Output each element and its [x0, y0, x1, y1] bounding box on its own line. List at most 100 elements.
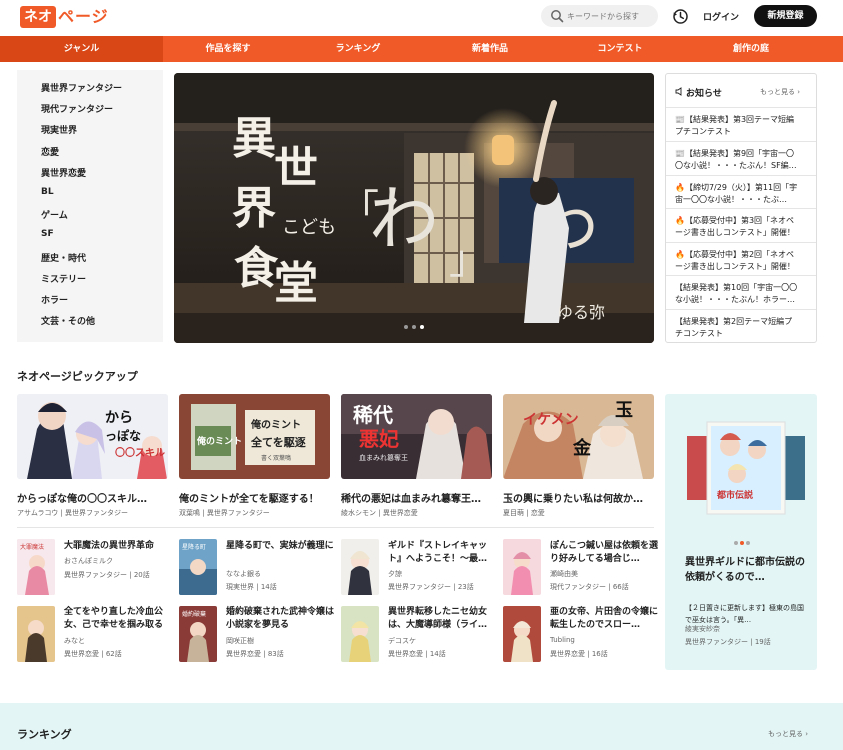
carousel-dot[interactable] [404, 325, 408, 329]
genre-item[interactable]: SF [41, 229, 54, 239]
svg-text:婚約破棄: 婚約破棄 [182, 610, 206, 618]
feature-dot[interactable] [734, 541, 738, 545]
speaker-icon [675, 87, 682, 96]
hero-banner[interactable]: わ 異 世 界 こども 食 堂 「 わ 」 ゆる弥 [174, 73, 654, 343]
feature-meta: 異世界ファンタジー | 19話 [685, 638, 771, 646]
news-item[interactable]: 🔥【締切7/29（火）】第11回「宇 宙一〇〇な小説！・・・たぶ… [675, 182, 811, 206]
ranking-section [0, 703, 843, 750]
svg-text:都市伝説: 都市伝説 [716, 489, 753, 501]
login-link[interactable]: ログイン [703, 10, 739, 23]
small-title[interactable]: ギルド『ストレイキャット』へようこそ！〜最… [388, 540, 497, 566]
genre-item[interactable]: 異世界ファンタジー [41, 81, 122, 94]
hero-author: ゆる弥 [557, 303, 605, 322]
small-author: 夕諒 [388, 570, 402, 578]
small-title[interactable]: 全てをやり直した冷血公女、己で幸せを掴み取る [64, 606, 173, 632]
pickup-cover[interactable]: 玉 イケメン 金 [503, 394, 654, 479]
svg-text:稀代: 稀代 [353, 403, 393, 427]
svg-text:星降る町: 星降る町 [182, 543, 206, 551]
pickup-title-1[interactable]: からっぽな俺の〇〇スキル… [17, 490, 169, 505]
svg-text:玉: 玉 [615, 400, 633, 421]
carousel-dot[interactable] [412, 325, 416, 329]
nav-ranking[interactable]: ランキング [310, 36, 406, 62]
pickup-meta: アサムラコウ | 異世界ファンタジー [17, 509, 129, 517]
small-meta: 現実世界 | 14話 [226, 583, 277, 591]
feature-dot[interactable] [746, 541, 750, 545]
news-item[interactable]: 📰【結果発表】第3回テーマ短編 プチコンテスト [675, 114, 811, 138]
nav-new-works[interactable]: 新着作品 [442, 36, 538, 62]
news-item[interactable]: 🔥【応募受付中】第2回「ネオペ ージ書き出しコンテスト」開催！ [675, 249, 811, 273]
genre-item[interactable]: ホラー [41, 293, 68, 306]
news-item[interactable]: 【結果発表】第2回テーマ短編プ チコンテスト [675, 316, 811, 340]
feature-dot-active[interactable] [740, 541, 744, 545]
svg-text:異: 異 [232, 113, 276, 164]
logo-text: ページ [58, 7, 109, 26]
pickup-cover[interactable]: 俺のミント 俺のミント 全てを駆逐 書く双葉鳴 [179, 394, 330, 479]
pickup-cover[interactable]: から っぽな 〇〇スキル [17, 394, 168, 479]
genre-item[interactable]: 現実世界 [41, 123, 77, 136]
feature-description: 【２日置きに更新します】極東の島国で巫女は言う。「異… [685, 604, 804, 624]
news-title: お知らせ [686, 89, 722, 99]
search-box[interactable] [541, 5, 658, 27]
nav-creative-garden[interactable]: 創作の庭 [703, 36, 799, 62]
small-cover[interactable] [341, 539, 379, 595]
history-icon[interactable] [672, 8, 689, 25]
svg-text:」: 」 [449, 237, 489, 283]
genre-item[interactable]: 歴史・時代 [41, 251, 86, 264]
search-input[interactable] [567, 7, 655, 25]
logo-box: ネオ [20, 6, 56, 28]
small-meta: 異世界恋愛 | 16話 [550, 650, 608, 658]
small-title[interactable]: ぽんこつ鍼い屋は依頼を選り好みしてる場合じ… [550, 540, 659, 566]
small-meta: 異世界ファンタジー | 20話 [64, 571, 150, 579]
news-item[interactable]: 【結果発表】第10回「宇宙一〇〇 な小説！・・・たぶん！ホラー… [675, 282, 811, 306]
site-logo[interactable]: ネオ ページ [20, 6, 110, 28]
svg-text:俺のミント: 俺のミント [196, 435, 242, 447]
pickup-meta: 双葉鳴 | 異世界ファンタジー [179, 509, 270, 517]
small-cover[interactable] [503, 606, 541, 662]
news-more-link[interactable]: もっと見る › [760, 87, 800, 97]
pickup-title-2[interactable]: 俺のミントが全てを駆逐する！ [179, 490, 331, 505]
register-button[interactable]: 新規登録 [754, 5, 817, 27]
genre-item[interactable]: BL [41, 187, 54, 197]
small-title[interactable]: 婚約破棄された武神令嬢は小説家を夢見る [226, 606, 335, 632]
genre-item[interactable]: ミステリー [41, 272, 86, 285]
small-author: デコスケ [388, 637, 416, 645]
svg-text:俺のミント: 俺のミント [250, 418, 301, 431]
genre-item[interactable]: 文芸・その他 [41, 314, 95, 327]
news-item[interactable]: 📰【結果発表】第9回「宇宙一〇 〇な小説！・・・たぶん！SF編… [675, 148, 811, 172]
pickup-title-4[interactable]: 玉の輿に乗りたい私は何故か… [503, 490, 655, 505]
small-title[interactable]: 亜の女帝、片田舎の令嬢に転生したのでスロー… [550, 606, 659, 632]
small-cover[interactable] [503, 539, 541, 595]
small-title[interactable]: 異世界転移したニセ幼女は、大魔導師様（ライ… [388, 606, 497, 632]
svg-text:世: 世 [274, 143, 318, 194]
search-icon [551, 10, 564, 23]
feature-title[interactable]: 異世界ギルドに都市伝説の依頼がくるので… [685, 555, 807, 585]
small-cover[interactable] [17, 606, 55, 662]
pickup-meta: 綾水シモン | 異世界恋愛 [341, 509, 418, 517]
ranking-more-link[interactable]: もっと見る › [768, 729, 808, 739]
ranking-title: ランキング [17, 728, 72, 741]
small-cover[interactable]: 婚約破棄 [179, 606, 217, 662]
small-cover[interactable]: 星降る町 [179, 539, 217, 595]
nav-genre[interactable]: ジャンル [0, 36, 163, 62]
carousel-dot-active[interactable] [420, 325, 424, 329]
genre-item[interactable]: 異世界恋愛 [41, 166, 86, 179]
small-title[interactable]: 星降る町で、実妹が義理に [226, 540, 335, 553]
small-author: 瀬崎由美 [550, 570, 578, 578]
small-meta: 異世界恋愛 | 62話 [64, 650, 122, 658]
small-cover[interactable] [341, 606, 379, 662]
genre-item[interactable]: 現代ファンタジー [41, 102, 113, 115]
pickup-cover[interactable]: 稀代 悪妃 血まみれ簒奪王 [341, 394, 492, 479]
main-nav: ジャンル 作品を探す ランキング 新着作品 コンテスト 創作の庭 [0, 36, 843, 62]
feature-card[interactable]: 都市伝説 異世界ギルドに都市伝説の依頼がくるので… 【２日置きに更新します】極東… [665, 394, 817, 670]
news-item[interactable]: 🔥【応募受付中】第3回「ネオペ ージ書き出しコンテスト」開催！ [675, 215, 811, 239]
svg-text:堂: 堂 [274, 258, 318, 309]
genre-item[interactable]: ゲーム [41, 208, 68, 221]
small-meta: 異世界恋愛 | 83話 [226, 650, 284, 658]
pickup-title-3[interactable]: 稀代の悪妃は血まみれ簒奪王… [341, 490, 493, 505]
nav-contest[interactable]: コンテスト [572, 36, 668, 62]
small-title[interactable]: 大罪魔法の異世界革命 [64, 540, 173, 553]
small-cover[interactable]: 大罪魔法 [17, 539, 55, 595]
nav-search-works[interactable]: 作品を探す [180, 36, 276, 62]
genre-item[interactable]: 恋愛 [41, 145, 59, 158]
svg-text:大罪魔法: 大罪魔法 [20, 543, 44, 551]
